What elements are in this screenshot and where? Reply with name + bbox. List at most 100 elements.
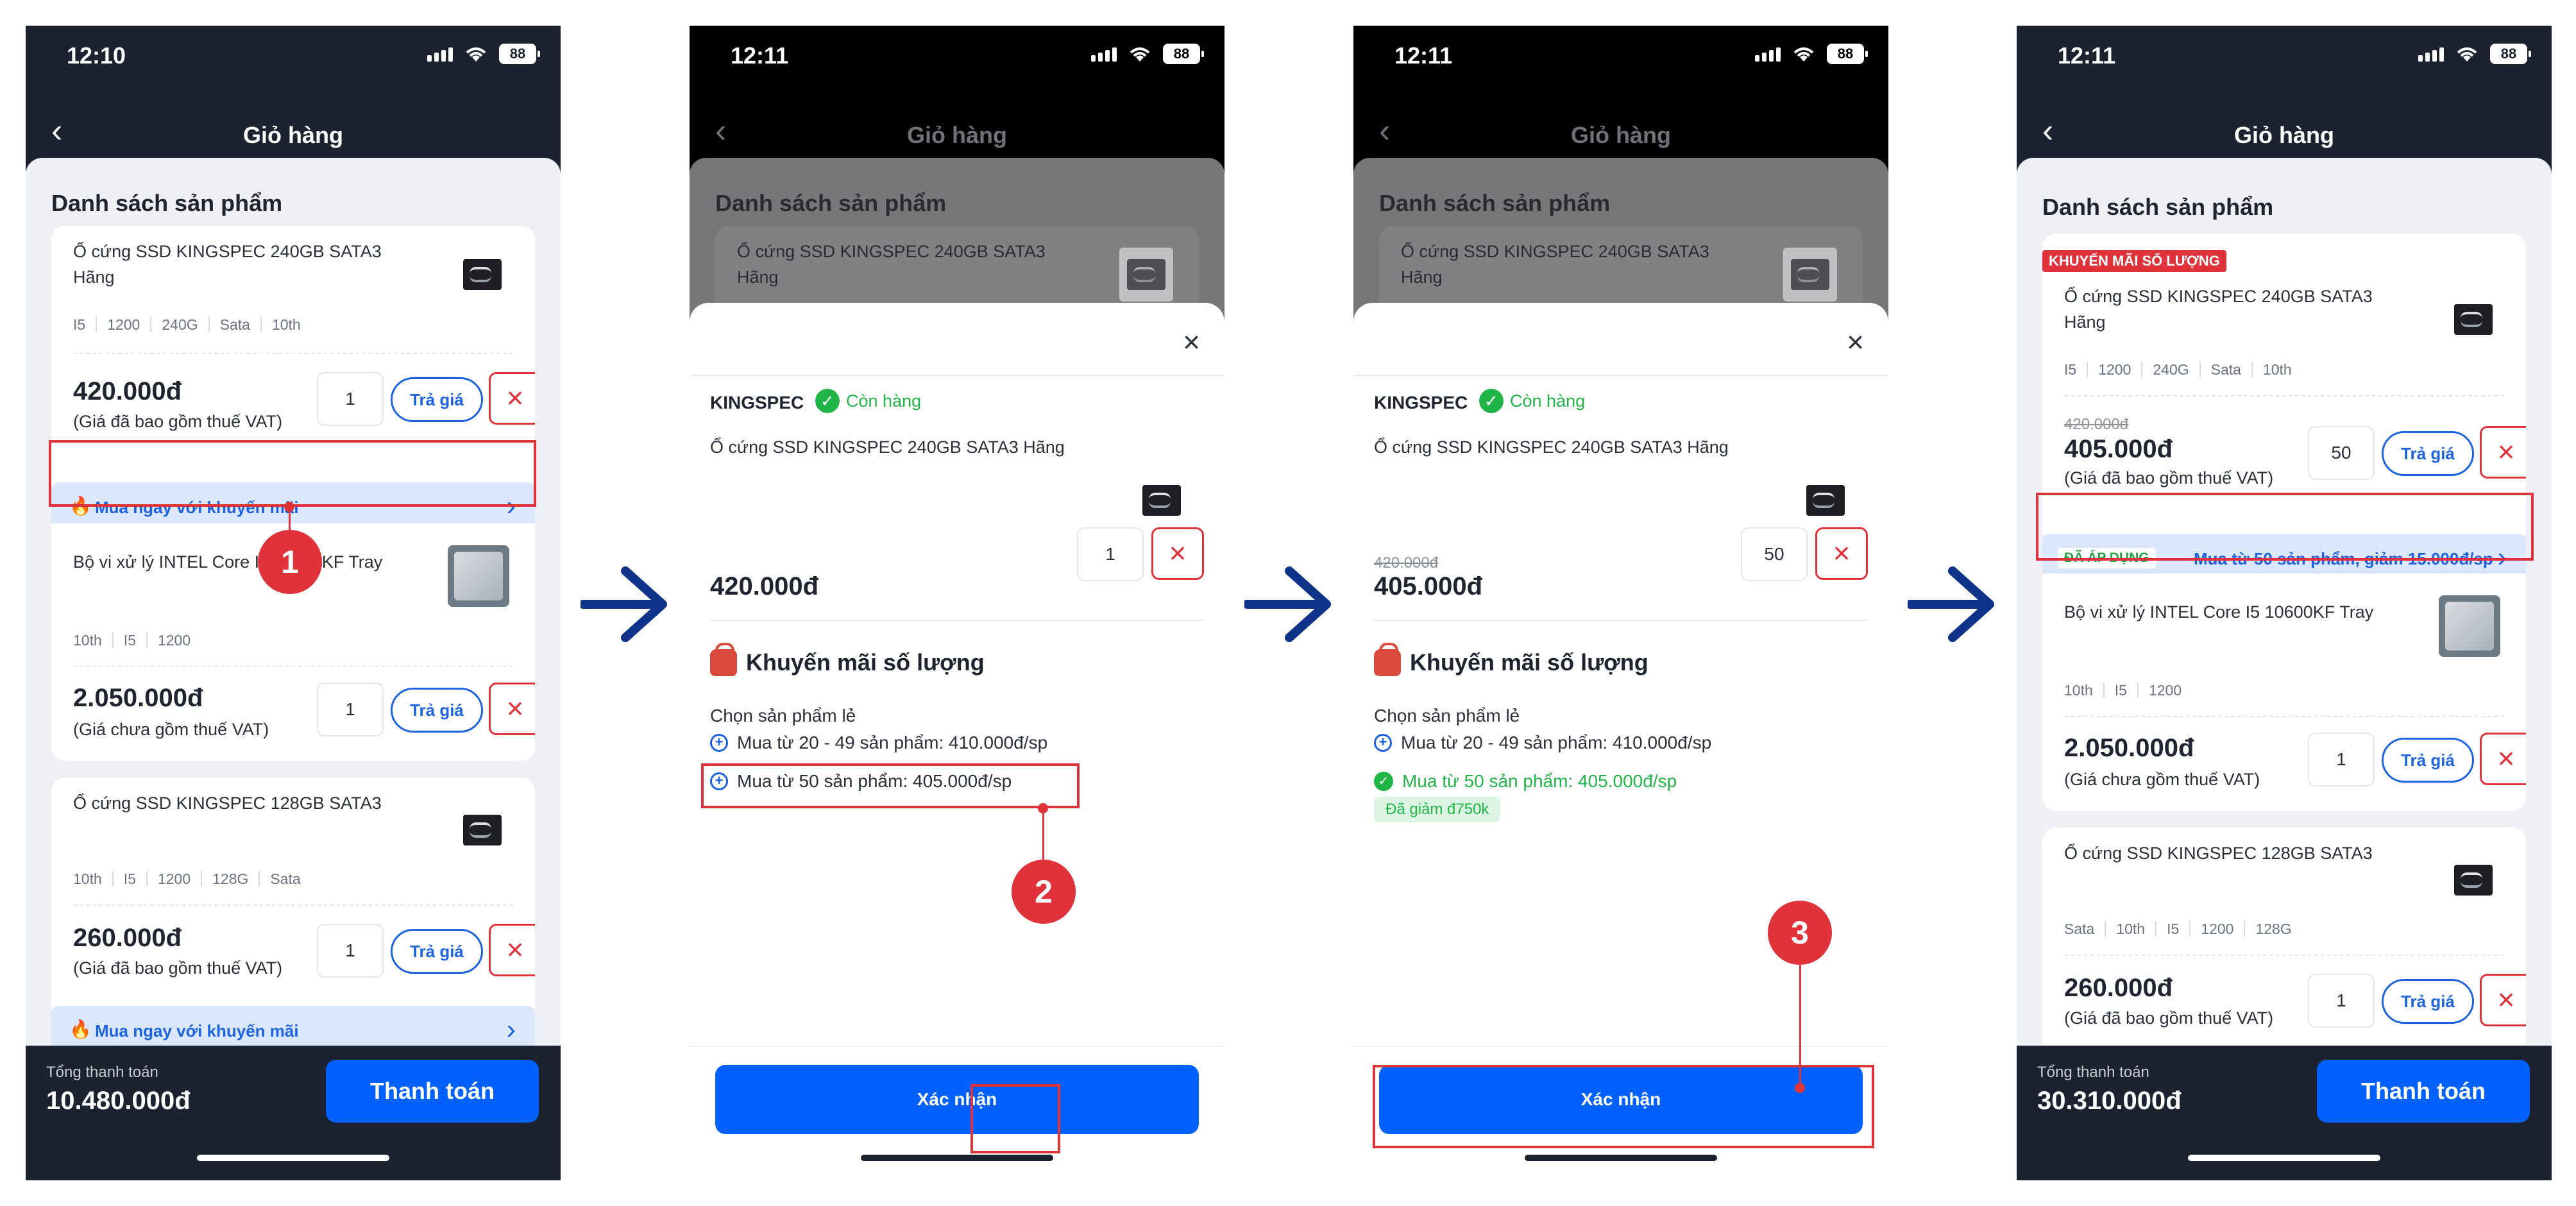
page-title: Giỏ hàng — [243, 122, 343, 148]
quantity-input[interactable]: 50 — [1741, 527, 1808, 581]
promo-bottom-sheet: × KINGSPEC ✓ Còn hàng Ổ cứng SSD KINGSPEC… — [1353, 303, 1888, 1180]
page-title: Giỏ hàng — [1571, 122, 1671, 148]
phone-screen-cart-updated: 12:11 88 ‹ Giỏ hàng Danh sách sản phẩm K… — [2017, 26, 2552, 1180]
nav-bar: ‹ Giỏ hàng — [26, 103, 561, 167]
ssd-thumbnail — [1799, 473, 1852, 527]
bid-button[interactable]: Trả giá — [391, 929, 483, 974]
close-icon[interactable]: × — [1847, 325, 1864, 359]
product-price: 2.050.000đ — [2064, 734, 2194, 762]
battery-icon: 88 — [1163, 44, 1204, 64]
quantity-input[interactable]: 1 — [317, 372, 384, 426]
shopping-bag-icon — [710, 643, 737, 676]
total-label: Tổng thanh toán — [46, 1064, 158, 1081]
bid-button[interactable]: Trả giá — [2382, 979, 2474, 1024]
remove-button[interactable]: × — [489, 372, 535, 425]
quantity-input[interactable]: 1 — [317, 683, 384, 736]
highlight-box — [970, 1084, 1060, 1153]
arrow-right-icon — [1244, 566, 1331, 642]
product-specs: 10th I5 1200 128G Sata — [73, 871, 311, 887]
status-bar: 12:11 88 — [690, 26, 1224, 109]
promo-option-50-selected[interactable]: ✓ Mua từ 50 sản phẩm: 405.000đ/sp — [1374, 771, 1677, 792]
divider — [73, 666, 513, 667]
promo-option-20-49[interactable]: + Mua từ 20 - 49 sản phẩm: 410.000đ/sp — [1374, 733, 1711, 753]
product-price: 2.050.000đ — [73, 684, 203, 712]
vat-note: (Giá chưa gồm thuế VAT) — [2064, 770, 2260, 789]
callout-dot — [1038, 803, 1048, 813]
ssd-thumbnail — [2446, 853, 2500, 907]
phone-screen-promo-selected: 12:11 88 ‹ Giỏ hàng Danh sách sản phẩm Ổ… — [1353, 26, 1888, 1180]
home-indicator — [861, 1155, 1053, 1161]
product-price: 420.000đ — [710, 572, 819, 600]
divider — [2064, 955, 2504, 956]
product-specs: Sata 10th I5 1200 128G — [2064, 921, 2302, 937]
stock-status: ✓ Còn hàng — [1479, 389, 1585, 413]
remove-button[interactable]: × — [2480, 733, 2526, 785]
product-specs: I5 1200 240G Sata 10th — [2064, 362, 2302, 377]
battery-icon: 88 — [1827, 44, 1868, 64]
plus-circle-icon: + — [710, 734, 728, 752]
status-time: 12:11 — [2058, 42, 2116, 69]
remove-button[interactable]: × — [1151, 527, 1204, 580]
bid-button[interactable]: Trả giá — [2382, 738, 2474, 783]
arrow-right-icon — [1908, 566, 1994, 642]
checkout-footer: Tổng thanh toán 10.480.000đ Thanh toán — [26, 1046, 561, 1180]
bid-button[interactable]: Trả giá — [391, 377, 483, 422]
promo-title: Khuyến mãi số lượng — [1374, 643, 1648, 676]
section-title: Danh sách sản phẩm — [1379, 190, 1611, 216]
remove-button[interactable]: × — [2480, 426, 2526, 479]
status-time: 12:11 — [731, 42, 789, 69]
section-title: Danh sách sản phẩm — [2042, 194, 2274, 220]
remove-button[interactable]: × — [2480, 974, 2526, 1026]
product-name: Bộ vi xử lý INTEL Core I5 10600KF Tray — [2064, 602, 2374, 622]
remove-button[interactable]: × — [1815, 527, 1868, 580]
confirm-button[interactable]: Xác nhận — [715, 1065, 1199, 1134]
ssd-thumbnail — [1119, 248, 1173, 302]
wifi-icon — [466, 47, 486, 62]
divider — [710, 620, 1204, 621]
product-price: 260.000đ — [73, 924, 182, 952]
vat-note: (Giá chưa gồm thuế VAT) — [73, 720, 269, 739]
cpu-thumbnail — [448, 545, 509, 607]
page-title: Giỏ hàng — [2234, 122, 2334, 148]
quantity-input[interactable]: 50 — [2308, 426, 2375, 480]
home-indicator — [197, 1155, 389, 1161]
status-time: 12:11 — [1394, 42, 1453, 69]
product-name: Ổ cứng SSD KINGSPEC 240GB SATA3 Hãng — [1374, 437, 1729, 457]
highlight-box — [1373, 1065, 1874, 1148]
product-name: Ổ cứng SSD KINGSPEC 240GB SATA3 Hãng — [710, 437, 1065, 457]
promo-option-20-49[interactable]: + Mua từ 20 - 49 sản phẩm: 410.000đ/sp — [710, 733, 1047, 753]
highlight-box — [701, 763, 1080, 808]
remove-button[interactable]: × — [489, 683, 535, 735]
quantity-input[interactable]: 1 — [2308, 974, 2375, 1028]
product-name: Ổ cứng SSD KINGSPEC 128GB SATA3 — [73, 794, 382, 813]
callout-line — [289, 507, 291, 532]
checkout-button[interactable]: Thanh toán — [326, 1060, 539, 1123]
product-price: 420.000đ — [73, 377, 182, 405]
bid-button[interactable]: Trả giá — [391, 688, 483, 733]
cart-item-cpu: Bộ vi xử lý INTEL Core I5 10600KF Tray 1… — [2042, 573, 2526, 811]
remove-button[interactable]: × — [489, 924, 535, 976]
product-price: 405.000đ — [2064, 435, 2173, 463]
status-bar: 12:11 88 — [2017, 26, 2552, 109]
step-badge-1: 1 — [258, 530, 322, 594]
quantity-input[interactable]: 1 — [1077, 527, 1144, 581]
total-label: Tổng thanh toán — [2037, 1064, 2149, 1081]
quantity-input[interactable]: 1 — [317, 924, 384, 978]
close-icon[interactable]: × — [1183, 325, 1200, 359]
nav-bar: ‹ Giỏ hàng — [690, 103, 1224, 167]
phone-screen-promo-modal: 12:11 88 ‹ Giỏ hàng Danh sách sản phẩm Ổ… — [690, 26, 1224, 1180]
divider — [2064, 395, 2504, 396]
ssd-thumbnail — [2446, 293, 2500, 346]
divider — [1374, 620, 1868, 621]
quantity-input[interactable]: 1 — [2308, 733, 2375, 786]
product-name: Ổ cứng SSD KINGSPEC 240GB SATA3 Hãng — [2064, 287, 2373, 332]
arrow-right-icon — [580, 566, 667, 642]
section-title: Danh sách sản phẩm — [51, 190, 283, 216]
vat-note: (Giá đã bao gồm thuế VAT) — [2064, 468, 2274, 488]
battery-icon: 88 — [499, 44, 540, 64]
nav-bar: ‹ Giỏ hàng — [2017, 103, 2552, 167]
bid-button[interactable]: Trả giá — [2382, 431, 2474, 476]
checkout-button[interactable]: Thanh toán — [2317, 1060, 2530, 1123]
promo-subtitle: Chọn sản phẩm lẻ — [710, 706, 856, 726]
signal-icon — [1755, 47, 1781, 62]
